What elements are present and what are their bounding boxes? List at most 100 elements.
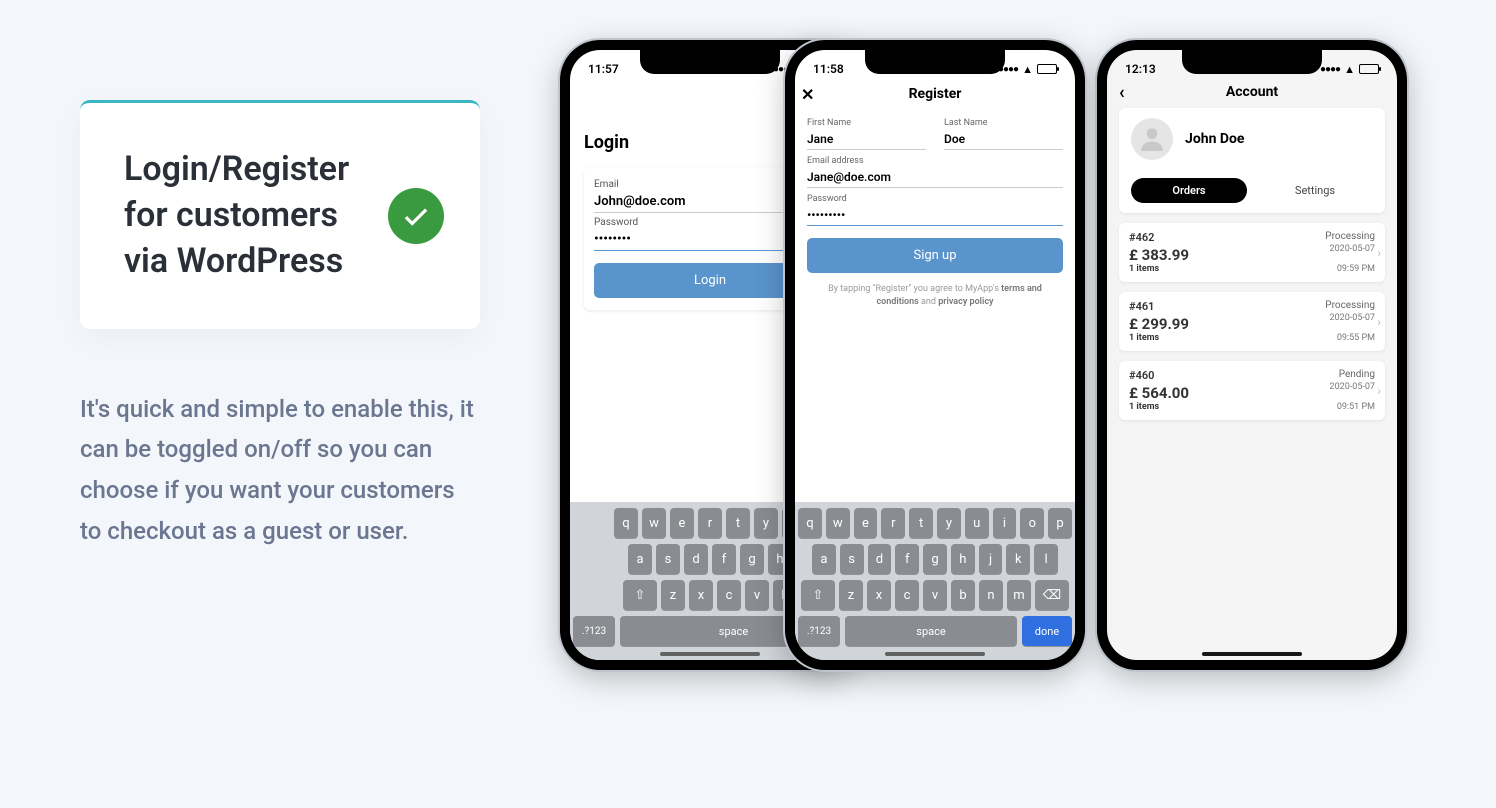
key-done[interactable]: done (1022, 616, 1072, 646)
order-price: £ 383.99 (1129, 246, 1189, 264)
key-⌫[interactable]: ⌫ (1035, 580, 1069, 610)
key-t[interactable]: t (726, 508, 750, 538)
key-f[interactable]: f (712, 544, 736, 574)
order-id: #462 (1129, 231, 1154, 244)
key-w[interactable]: w (826, 508, 850, 538)
key-s[interactable]: s (656, 544, 680, 574)
key-e[interactable]: e (670, 508, 694, 538)
key-k[interactable]: k (1006, 544, 1030, 574)
home-indicator[interactable] (1202, 652, 1302, 656)
key-f[interactable]: f (895, 544, 919, 574)
key-space[interactable]: space (845, 616, 1017, 646)
order-id: #461 (1129, 300, 1154, 313)
close-icon[interactable]: ✕ (801, 85, 814, 104)
key-r[interactable]: r (881, 508, 905, 538)
feature-description: It's quick and simple to enable this, it… (80, 389, 480, 552)
order-card[interactable]: #460Pending£ 564.002020-05-071 items09:5… (1119, 361, 1385, 420)
key-q[interactable]: q (614, 508, 638, 538)
phone-register: 11:58 ●●●● ▲ ✕ Register First Name (785, 40, 1085, 670)
order-date: 2020-05-07 (1330, 244, 1375, 264)
key-a[interactable]: a (812, 544, 836, 574)
key-q[interactable]: q (798, 508, 822, 538)
order-time: 09:51 PM (1337, 402, 1375, 412)
order-id: #460 (1129, 369, 1154, 382)
legal-and: and (919, 297, 938, 307)
key-w[interactable]: w (642, 508, 666, 538)
key-l[interactable]: l (1034, 544, 1058, 574)
home-indicator[interactable] (885, 652, 985, 656)
signup-button[interactable]: Sign up (807, 238, 1063, 273)
check-icon (388, 188, 444, 244)
feature-title: Login/Register for customers via WordPre… (124, 147, 349, 285)
battery-icon (1359, 64, 1379, 74)
status-time: 11:58 (813, 62, 844, 76)
order-time: 09:55 PM (1337, 333, 1375, 343)
email-label: Email address (807, 156, 1063, 166)
back-icon[interactable]: ‹ (1119, 82, 1125, 103)
firstname-input[interactable]: Jane (807, 128, 926, 150)
key-j[interactable]: j (979, 544, 1003, 574)
order-price: £ 564.00 (1129, 384, 1189, 402)
email-input[interactable]: Jane@doe.com (807, 166, 1063, 188)
page-title: Account (1226, 84, 1278, 100)
chevron-right-icon: › (1377, 315, 1381, 329)
key-r[interactable]: r (698, 508, 722, 538)
feature-title-line3: via WordPress (124, 241, 343, 281)
profile-name: John Doe (1185, 131, 1244, 147)
key-y[interactable]: y (754, 508, 778, 538)
key-numeric[interactable]: .?123 (573, 616, 615, 646)
home-indicator[interactable] (660, 652, 760, 656)
privacy-link[interactable]: privacy policy (938, 297, 993, 307)
order-date: 2020-05-07 (1330, 313, 1375, 333)
order-card[interactable]: #461Processing£ 299.992020-05-071 items0… (1119, 292, 1385, 351)
order-items: 1 items (1129, 402, 1159, 412)
lastname-input[interactable]: Doe (944, 128, 1063, 150)
tab-orders[interactable]: Orders (1131, 178, 1247, 203)
key-v[interactable]: v (923, 580, 947, 610)
key-p[interactable]: p (1048, 508, 1072, 538)
wifi-icon: ▲ (1344, 63, 1355, 76)
key-s[interactable]: s (840, 544, 864, 574)
key-⇧[interactable]: ⇧ (623, 580, 657, 610)
key-e[interactable]: e (854, 508, 878, 538)
password-input[interactable]: ••••••••• (807, 204, 1063, 226)
key-u[interactable]: u (965, 508, 989, 538)
key-c[interactable]: c (895, 580, 919, 610)
signal-icon: ●●●● (1320, 64, 1340, 75)
order-status: Pending (1339, 369, 1375, 382)
order-card[interactable]: #462Processing£ 383.992020-05-071 items0… (1119, 223, 1385, 282)
legal-prefix: By tapping "Register" you agree to MyApp… (828, 284, 1001, 294)
key-c[interactable]: c (717, 580, 741, 610)
key-t[interactable]: t (909, 508, 933, 538)
key-z[interactable]: z (839, 580, 863, 610)
key-d[interactable]: d (868, 544, 892, 574)
order-time: 09:59 PM (1337, 264, 1375, 274)
key-x[interactable]: x (867, 580, 891, 610)
key-n[interactable]: n (979, 580, 1003, 610)
status-time: 11:57 (588, 62, 619, 76)
key-numeric[interactable]: .?123 (798, 616, 840, 646)
lastname-label: Last Name (944, 118, 1063, 128)
key-b[interactable]: b (951, 580, 975, 610)
key-a[interactable]: a (628, 544, 652, 574)
key-v[interactable]: v (745, 580, 769, 610)
phone-notch (1182, 50, 1322, 74)
key-h[interactable]: h (951, 544, 975, 574)
tab-settings[interactable]: Settings (1257, 178, 1373, 203)
wifi-icon: ▲ (1022, 63, 1033, 76)
key-d[interactable]: d (684, 544, 708, 574)
key-x[interactable]: x (689, 580, 713, 610)
order-items: 1 items (1129, 333, 1159, 343)
key-⇧[interactable]: ⇧ (801, 580, 835, 610)
key-g[interactable]: g (740, 544, 764, 574)
feature-title-line2: for customers (124, 195, 338, 235)
key-g[interactable]: g (923, 544, 947, 574)
key-y[interactable]: y (937, 508, 961, 538)
key-i[interactable]: i (993, 508, 1017, 538)
status-time: 12:13 (1125, 62, 1156, 76)
keyboard[interactable]: qwertyuiop asdfghjkl ⇧zxcvbnm⌫ .?123 spa… (795, 502, 1075, 660)
key-m[interactable]: m (1007, 580, 1031, 610)
order-price: £ 299.99 (1129, 315, 1189, 333)
key-o[interactable]: o (1020, 508, 1044, 538)
key-z[interactable]: z (661, 580, 685, 610)
